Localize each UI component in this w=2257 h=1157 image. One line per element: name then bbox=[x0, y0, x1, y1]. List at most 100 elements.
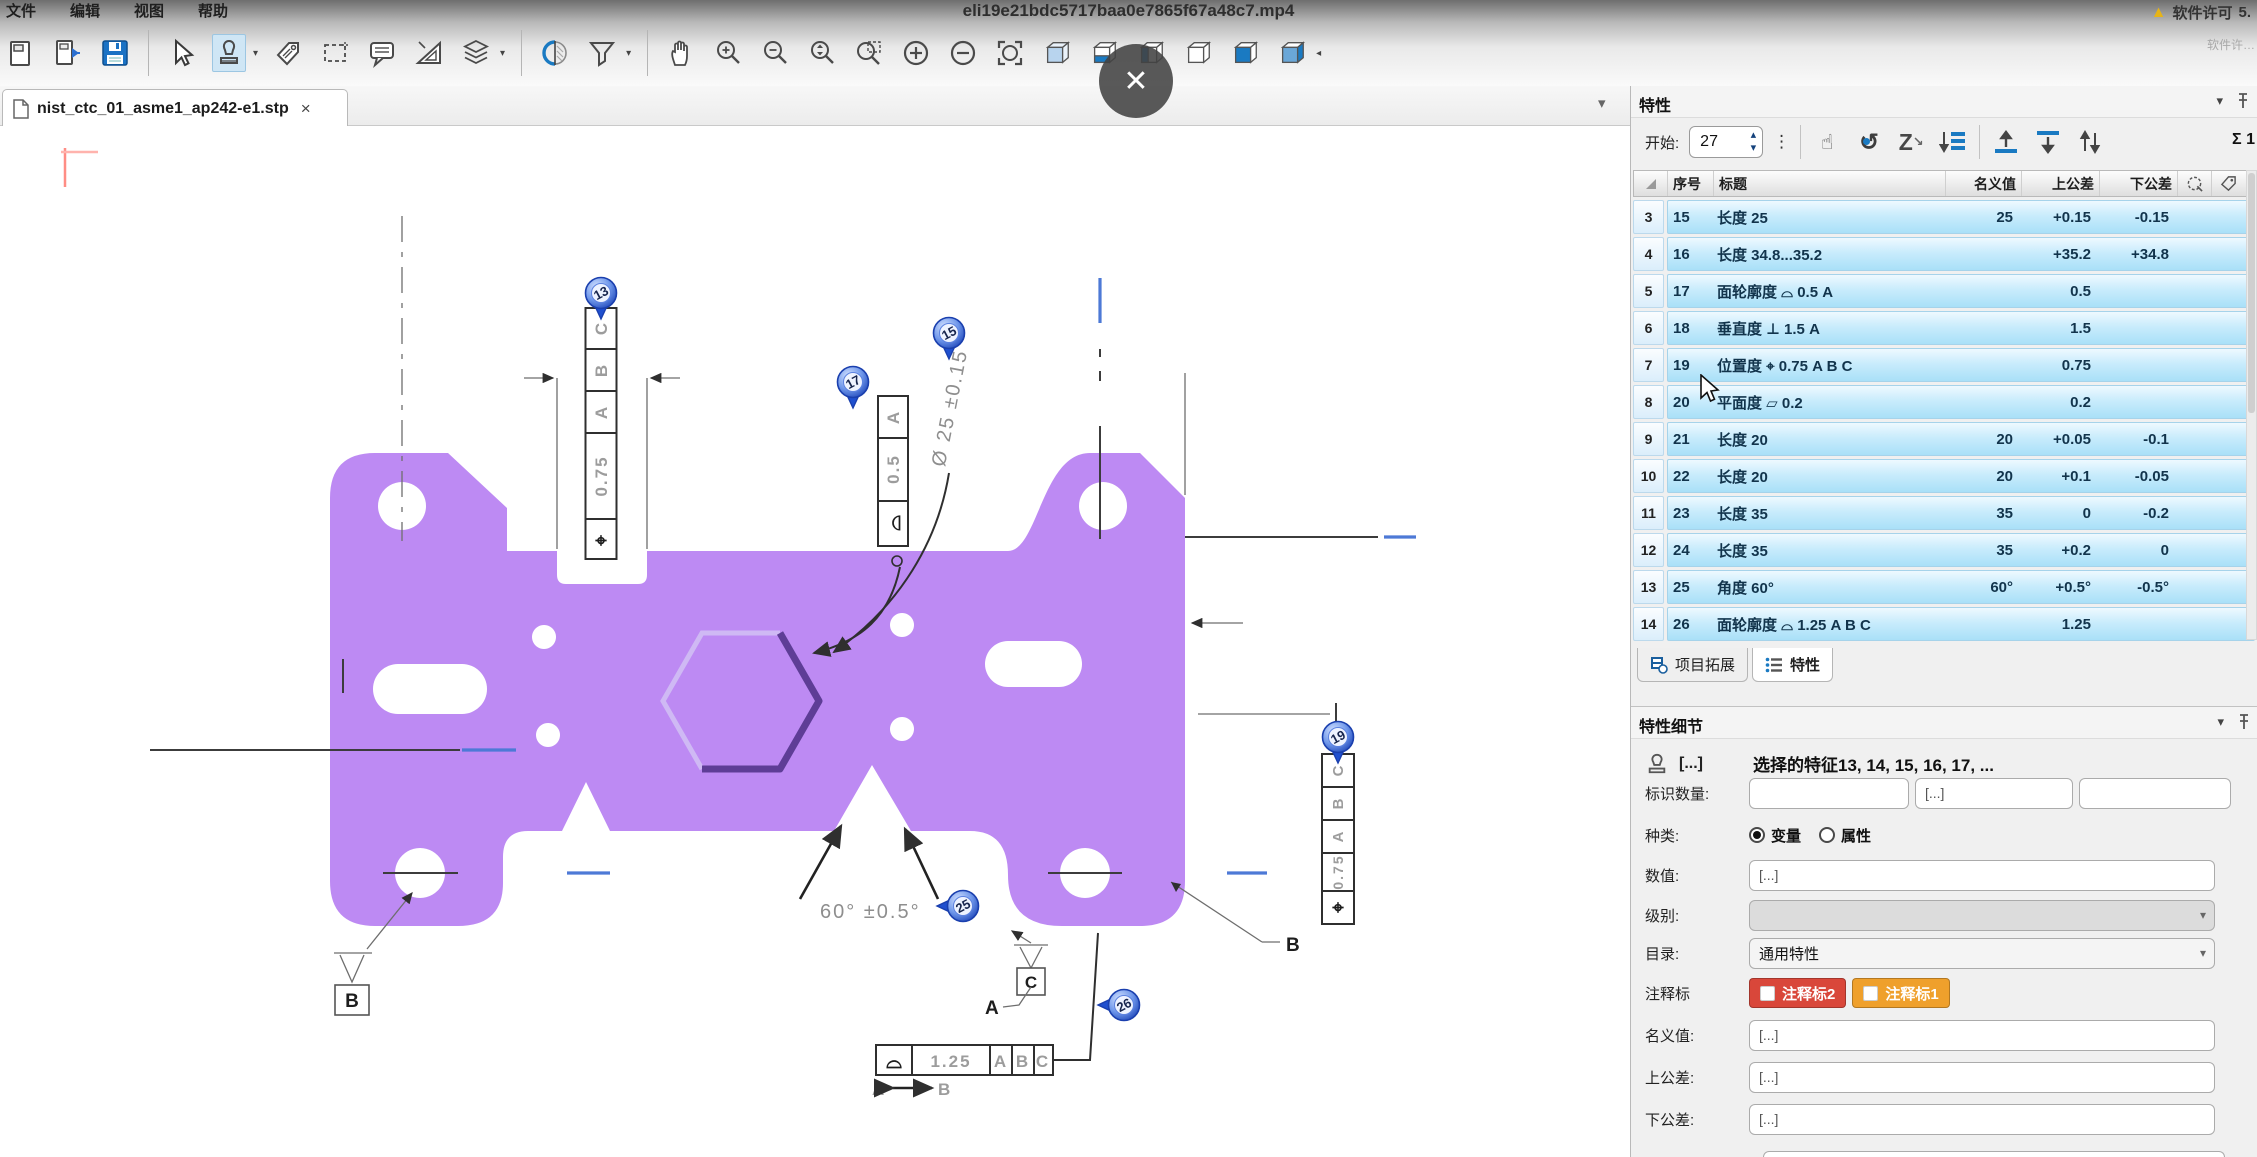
zoom-in-button[interactable] bbox=[711, 34, 745, 72]
license-status[interactable]: ▲ 软件许可 5. bbox=[2151, 2, 2251, 23]
zigzag-order-icon[interactable]: Z↘ bbox=[1895, 127, 1927, 157]
row-gutter-number[interactable]: 13 bbox=[1633, 570, 1664, 604]
decrease-button[interactable] bbox=[946, 34, 980, 72]
fcf-position-left[interactable]: C B A 0.75 ⌖ bbox=[586, 308, 617, 559]
table-row[interactable]: 921长度 2020+0.05-0.1 bbox=[1633, 422, 2255, 456]
more-options-icon[interactable]: ⋮ bbox=[1773, 132, 1790, 152]
layers-button[interactable] bbox=[459, 34, 493, 72]
row-gutter-number[interactable]: 7 bbox=[1633, 348, 1664, 382]
pan-button[interactable] bbox=[664, 34, 698, 72]
align-bottom-icon[interactable] bbox=[2032, 127, 2064, 157]
tag-checkbox[interactable] bbox=[1760, 986, 1775, 1001]
row-gutter-number[interactable]: 8 bbox=[1633, 385, 1664, 419]
category-dropdown[interactable]: 通用特性 ▾ bbox=[1749, 938, 2215, 969]
datum-label-b-right[interactable]: B bbox=[1171, 882, 1300, 956]
document-tab[interactable]: nist_ctc_01_asme1_ap242-e1.stp × bbox=[2, 89, 348, 127]
table-row[interactable]: 719位置度 ⌖ 0.75 A B C0.75 bbox=[1633, 348, 2255, 382]
radio-label-variable[interactable]: 变量 bbox=[1771, 825, 1801, 846]
stamp-dropdown-arrow[interactable]: ▾ bbox=[253, 48, 258, 59]
column-header-tag-icon[interactable] bbox=[2212, 171, 2244, 196]
pin-icon[interactable] bbox=[2237, 93, 2249, 109]
view-cube-iso-button[interactable] bbox=[1181, 34, 1215, 72]
datum-feature-c[interactable]: C A bbox=[985, 931, 1048, 1019]
tag-checkbox[interactable] bbox=[1863, 986, 1878, 1001]
column-header-seq[interactable]: 序号 bbox=[1668, 171, 1714, 196]
row-gutter-number[interactable]: 6 bbox=[1633, 311, 1664, 345]
row-gutter-number[interactable]: 10 bbox=[1633, 459, 1664, 493]
pin-icon[interactable] bbox=[2238, 714, 2250, 730]
column-header-upper[interactable]: 上公差 bbox=[2022, 171, 2100, 196]
note-tag-1[interactable]: 注释标2 bbox=[1749, 978, 1846, 1008]
new-document-button[interactable] bbox=[4, 34, 38, 72]
part-body[interactable] bbox=[330, 453, 1185, 926]
row-gutter-number[interactable]: 9 bbox=[1633, 422, 1664, 456]
measure-button[interactable] bbox=[412, 34, 446, 72]
video-close-overlay-button[interactable]: ✕ bbox=[1099, 44, 1173, 118]
row-gutter-number[interactable]: 11 bbox=[1633, 496, 1664, 530]
note-tag-2[interactable]: 注释标1 bbox=[1852, 978, 1949, 1008]
lower-tolerance-input[interactable]: [...] bbox=[1749, 1104, 2215, 1135]
start-index-stepper[interactable]: 27 ▴▾ bbox=[1689, 126, 1763, 158]
nominal-input[interactable]: [...] bbox=[1749, 1020, 2215, 1051]
radio-variable[interactable] bbox=[1749, 827, 1765, 843]
panel-collapse-icon[interactable]: ▾ bbox=[2217, 714, 2224, 730]
table-row[interactable]: 315长度 2525+0.15-0.15 bbox=[1633, 200, 2255, 234]
zoom-out-button[interactable] bbox=[758, 34, 792, 72]
renumber-rotate-icon[interactable]: ↺ bbox=[1853, 127, 1885, 157]
column-header-title[interactable]: 标题 bbox=[1714, 171, 1946, 196]
open-file-button[interactable] bbox=[51, 34, 85, 72]
zoom-dynamic-button[interactable] bbox=[805, 34, 839, 72]
table-row[interactable]: 618垂直度 ⊥ 1.5 A1.5 bbox=[1633, 311, 2255, 345]
id-count-input-2[interactable]: [...] bbox=[1915, 778, 2073, 809]
fcf-position-right[interactable]: C B A 0.75 ⌖ bbox=[1322, 754, 1354, 924]
pick-mode-icon[interactable]: ☝ bbox=[1811, 127, 1843, 157]
panel-collapse-icon[interactable]: ▾ bbox=[2216, 93, 2223, 109]
table-row[interactable]: 1022长度 2020+0.1-0.05 bbox=[1633, 459, 2255, 493]
sort-updown-icon[interactable] bbox=[2074, 127, 2106, 157]
fit-view-button[interactable] bbox=[993, 34, 1027, 72]
filter-button[interactable] bbox=[585, 34, 619, 72]
table-row[interactable]: 1325角度 60°60°+0.5°-0.5° bbox=[1633, 570, 2255, 604]
table-row[interactable]: 517面轮廓度 ⌓ 0.5 A0.5 bbox=[1633, 274, 2255, 308]
stamp-annotation-button[interactable] bbox=[212, 34, 246, 72]
value-input[interactable]: [...] bbox=[1749, 860, 2215, 891]
zoom-window-button[interactable] bbox=[852, 34, 886, 72]
marquee-select-button[interactable] bbox=[318, 34, 352, 72]
table-row[interactable]: 1426面轮廓度 ⌓ 1.25 A B C1.25 bbox=[1633, 607, 2255, 641]
view-cube-face-button[interactable] bbox=[1228, 34, 1262, 72]
save-button[interactable] bbox=[98, 34, 132, 72]
select-cursor-button[interactable] bbox=[165, 34, 199, 72]
views-dropdown-arrow[interactable]: ◂ bbox=[1316, 48, 1321, 59]
list-order-icon[interactable] bbox=[1937, 127, 1969, 157]
table-row[interactable]: 1224长度 3535+0.20 bbox=[1633, 533, 2255, 567]
tag-button[interactable] bbox=[271, 34, 305, 72]
row-gutter-number[interactable]: 5 bbox=[1633, 274, 1664, 308]
tab-project-expand[interactable]: 项目拓展 bbox=[1637, 648, 1748, 682]
radio-attribute[interactable] bbox=[1819, 827, 1835, 843]
column-header-nominal[interactable]: 名义值 bbox=[1946, 171, 2022, 196]
column-header-capture-icon[interactable] bbox=[2178, 171, 2212, 196]
layers-dropdown-arrow[interactable]: ▾ bbox=[500, 48, 505, 59]
section-view-button[interactable] bbox=[538, 34, 572, 72]
stepper-arrows-icon[interactable]: ▴▾ bbox=[1751, 129, 1757, 155]
table-header[interactable]: 序号 标题 名义值 上公差 下公差 bbox=[1633, 170, 2255, 197]
table-row[interactable]: 416长度 34.8...35.2+35.2+34.8 bbox=[1633, 237, 2255, 271]
row-gutter-number[interactable]: 3 bbox=[1633, 200, 1664, 234]
level-dropdown[interactable]: ▾ bbox=[1749, 900, 2215, 931]
panel-collapse-icon[interactable]: ▾ bbox=[1598, 94, 1606, 112]
table-row[interactable]: 1123长度 35350-0.2 bbox=[1633, 496, 2255, 530]
view-cube-front-button[interactable] bbox=[1040, 34, 1074, 72]
id-count-input-3[interactable] bbox=[2079, 778, 2231, 809]
column-header-lower[interactable]: 下公差 bbox=[2100, 171, 2178, 196]
table-row[interactable]: 820平面度 ▱ 0.20.2 bbox=[1633, 385, 2255, 419]
comment-button[interactable] bbox=[365, 34, 399, 72]
row-gutter-number[interactable]: 14 bbox=[1633, 607, 1664, 641]
radio-label-attribute[interactable]: 属性 bbox=[1841, 825, 1871, 846]
tab-close-icon[interactable]: × bbox=[301, 99, 311, 119]
upper-tolerance-input[interactable]: [...] bbox=[1749, 1062, 2215, 1093]
pmi-balloon-25[interactable]: 25 bbox=[937, 891, 979, 922]
align-top-icon[interactable] bbox=[1990, 127, 2022, 157]
row-gutter-number[interactable]: 12 bbox=[1633, 533, 1664, 567]
angle-dimension[interactable]: 60° ±0.5° bbox=[800, 826, 938, 923]
expander-column-header[interactable] bbox=[1634, 171, 1668, 196]
